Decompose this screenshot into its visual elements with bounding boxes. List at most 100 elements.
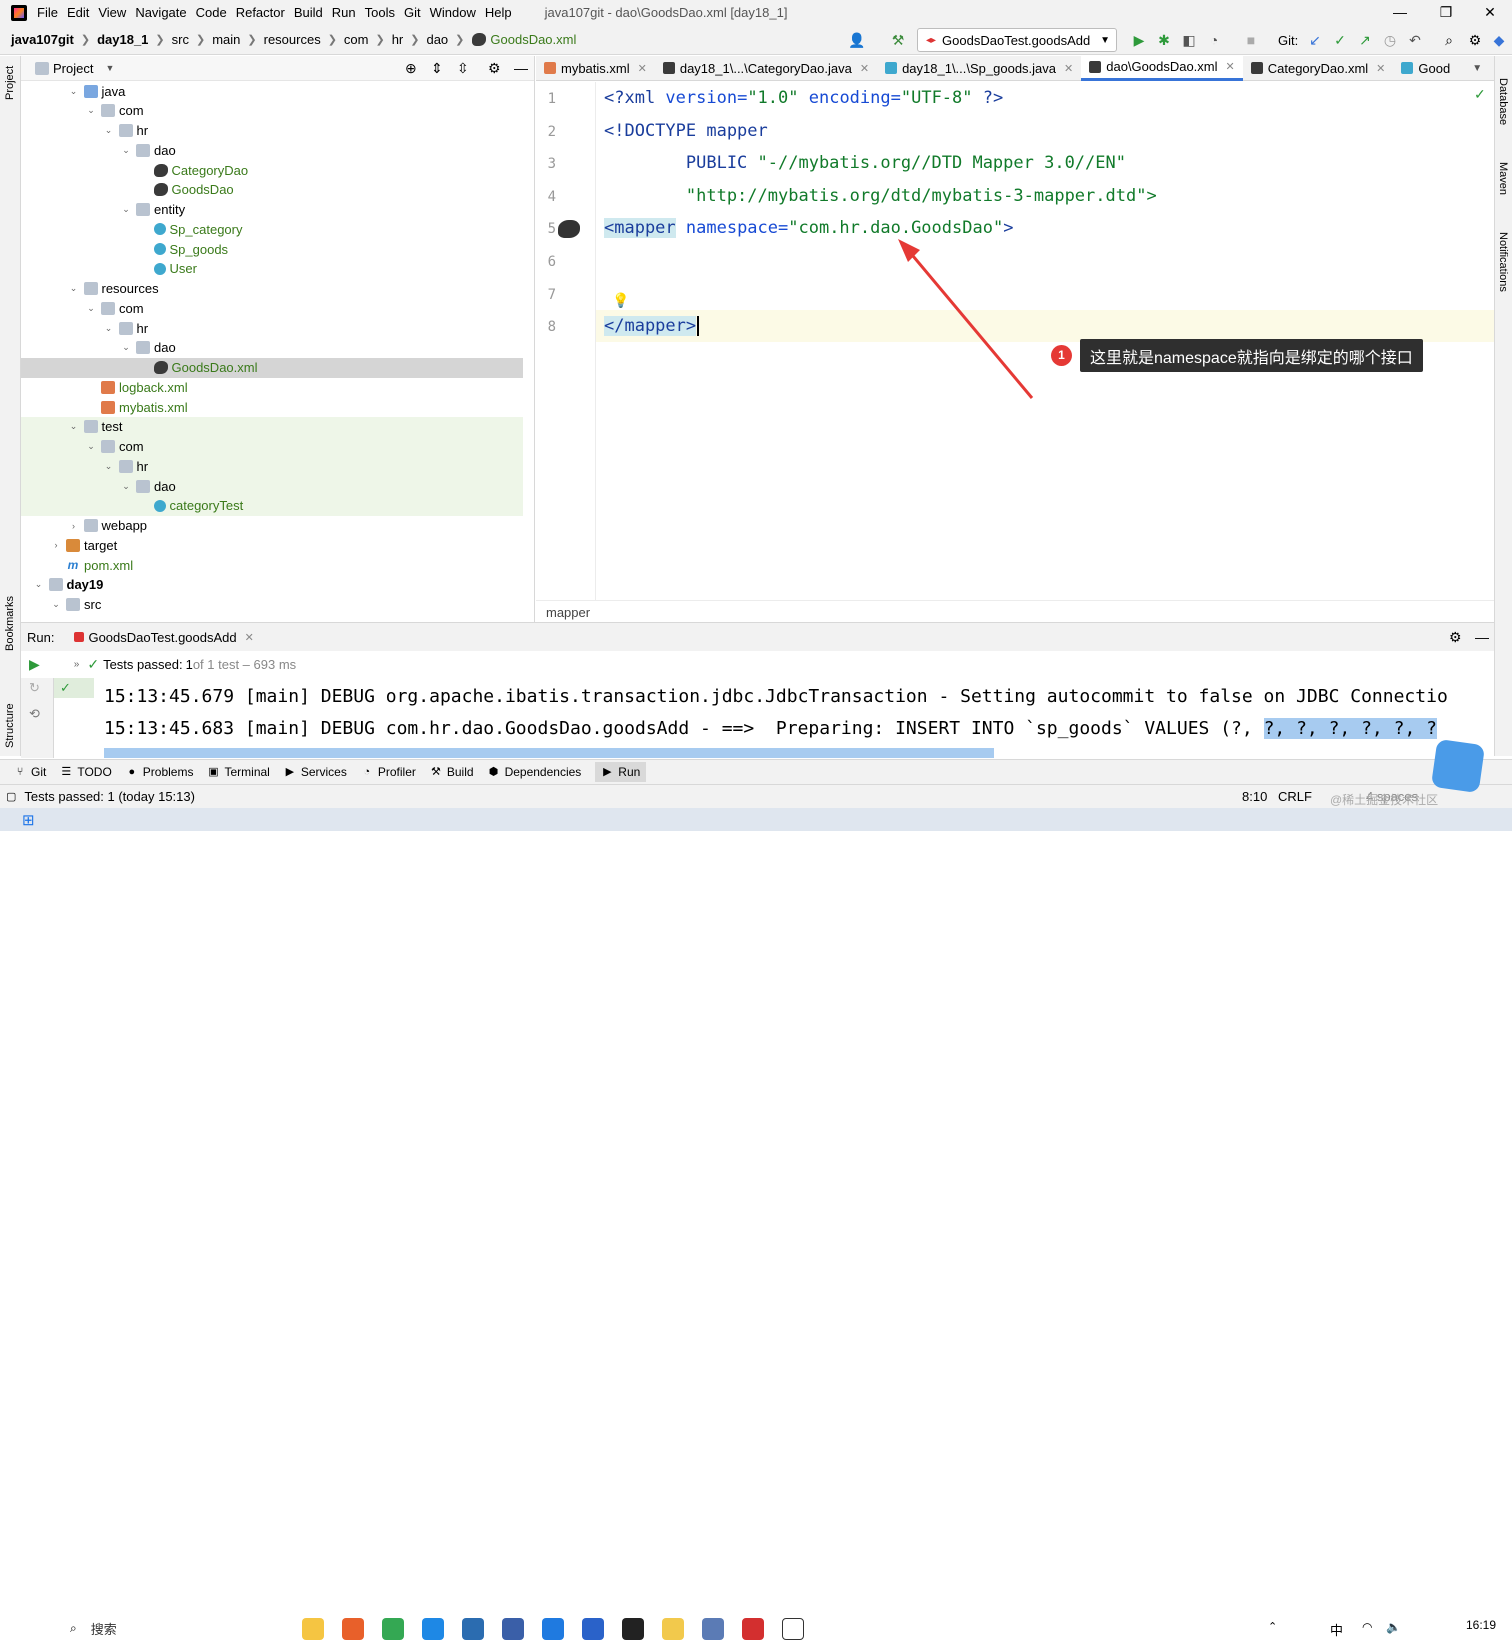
maximize-button[interactable]: ❐ bbox=[1424, 0, 1468, 25]
status-message[interactable]: Tests passed: 1 (today 15:13) bbox=[24, 789, 195, 804]
menu-view[interactable]: View bbox=[98, 5, 126, 20]
tab-category-dao-xml[interactable]: CategoryDao.xml ✕ bbox=[1243, 56, 1394, 81]
chevron-down-icon[interactable]: ⌄ bbox=[103, 461, 115, 472]
chevron-down-icon[interactable]: ⌄ bbox=[33, 579, 45, 590]
menu-git[interactable]: Git bbox=[404, 5, 421, 20]
app-icon[interactable] bbox=[462, 1618, 484, 1640]
tree-item[interactable]: ⌄ resources bbox=[21, 279, 523, 299]
edge-icon[interactable] bbox=[422, 1618, 444, 1640]
menu-refactor[interactable]: Refactor bbox=[236, 5, 285, 20]
tree-item[interactable]: User bbox=[21, 259, 523, 279]
notifications-tool-button[interactable]: Notifications bbox=[1497, 232, 1509, 292]
caret-position[interactable]: 8:10 bbox=[1242, 789, 1267, 804]
ime-indicator[interactable]: 中 bbox=[1330, 1620, 1343, 1639]
profile-icon[interactable]: ◔ bbox=[1205, 31, 1223, 49]
menu-edit[interactable]: Edit bbox=[67, 5, 89, 20]
tree-item[interactable]: m pom.xml bbox=[21, 555, 523, 575]
tab-goods-dao-xml[interactable]: dao\GoodsDao.xml ✕ bbox=[1081, 55, 1243, 81]
menu-help[interactable]: Help bbox=[485, 5, 512, 20]
services-tool-window[interactable]: ▶ Services bbox=[284, 765, 347, 779]
file-explorer-icon[interactable] bbox=[302, 1618, 324, 1640]
dingtalk-icon[interactable] bbox=[582, 1618, 604, 1640]
minimize-button[interactable]: — bbox=[1378, 0, 1422, 25]
tab-list-chevron-icon[interactable]: ▼ bbox=[1472, 63, 1482, 74]
chrome-icon[interactable] bbox=[382, 1618, 404, 1640]
tree-item[interactable]: ⌄ day19 bbox=[21, 575, 523, 595]
tab-goods-truncated[interactable]: Good bbox=[1393, 56, 1458, 81]
close-icon[interactable]: ✕ bbox=[245, 631, 254, 644]
tree-item[interactable]: categoryTest bbox=[21, 495, 523, 516]
hide-panel-icon[interactable]: — bbox=[514, 60, 528, 76]
maven-tool-button[interactable]: Maven bbox=[1497, 162, 1509, 195]
console-output[interactable]: ✓ 15:13:45.679 [main] DEBUG org.apache.i… bbox=[54, 678, 1466, 758]
search-icon[interactable]: ⌕ bbox=[1440, 31, 1458, 49]
chevron-down-icon[interactable]: ⌄ bbox=[85, 303, 97, 314]
tree-item[interactable]: Sp_goods bbox=[21, 239, 523, 259]
chevron-down-icon[interactable]: ⌄ bbox=[120, 481, 132, 492]
run-configuration-select[interactable]: ◂▸ GoodsDaoTest.goodsAdd ▼ bbox=[917, 28, 1117, 52]
tree-item[interactable]: ⌄ com bbox=[21, 298, 523, 318]
git-update-icon[interactable]: ↙ bbox=[1306, 31, 1324, 49]
chevron-right-icon[interactable]: › bbox=[68, 521, 80, 531]
history-icon[interactable]: ◷ bbox=[1381, 31, 1399, 49]
taskbar-clock[interactable]: 16:19 bbox=[1466, 1618, 1496, 1632]
tree-item[interactable]: ⌄ src bbox=[21, 595, 523, 615]
taskbar-search[interactable]: ⌕ 搜索 bbox=[60, 1618, 230, 1638]
stop-icon[interactable]: ■ bbox=[1242, 31, 1260, 49]
tree-item[interactable]: › webapp bbox=[21, 516, 523, 536]
tree-item[interactable]: mybatis.xml bbox=[21, 397, 523, 417]
tree-item[interactable]: GoodsDao.xml bbox=[21, 357, 523, 378]
collapse-all-icon[interactable]: ⇳ bbox=[457, 60, 469, 77]
breadcrumb-dao[interactable]: dao bbox=[426, 32, 448, 47]
toggle-icon[interactable]: ⟲ bbox=[29, 706, 40, 722]
chevron-right-icon[interactable]: › bbox=[50, 540, 62, 550]
menu-file[interactable]: File bbox=[37, 5, 58, 20]
close-icon[interactable]: ✕ bbox=[638, 62, 647, 75]
chevron-down-icon[interactable]: ⌄ bbox=[120, 145, 132, 156]
rerun-failed-icon[interactable]: ↻ bbox=[29, 680, 40, 696]
volume-icon[interactable]: 🔈 bbox=[1386, 1620, 1401, 1634]
run-tab-label[interactable]: GoodsDaoTest.goodsAdd bbox=[88, 630, 236, 645]
tab-mybatis-xml[interactable]: mybatis.xml ✕ bbox=[536, 56, 655, 81]
tree-item[interactable]: ⌄ entity bbox=[21, 200, 523, 220]
tree-item[interactable]: ⌄ dao bbox=[21, 140, 523, 160]
close-icon[interactable]: ✕ bbox=[1376, 62, 1385, 75]
close-icon[interactable]: ✕ bbox=[860, 62, 869, 75]
project-panel-title[interactable]: Project bbox=[53, 61, 93, 76]
tree-item[interactable]: ⌄ hr bbox=[21, 121, 523, 141]
tree-item[interactable]: › target bbox=[21, 535, 523, 555]
chevron-down-icon[interactable]: ⌄ bbox=[103, 323, 115, 334]
chevron-down-icon[interactable]: ⌄ bbox=[120, 204, 132, 215]
tab-sp-goods-java[interactable]: day18_1\...\Sp_goods.java ✕ bbox=[877, 56, 1081, 81]
locate-icon[interactable]: ⊕ bbox=[405, 60, 417, 77]
tree-item[interactable]: ⌄ dao bbox=[21, 476, 523, 496]
breadcrumb-file[interactable]: GoodsDao.xml bbox=[490, 32, 576, 47]
close-button[interactable]: ✕ bbox=[1468, 0, 1512, 25]
git-push-icon[interactable]: ↗ bbox=[1356, 31, 1374, 49]
tree-item[interactable]: GoodsDao bbox=[21, 180, 523, 200]
chevron-down-icon[interactable]: ⌄ bbox=[68, 421, 80, 432]
close-icon[interactable]: ✕ bbox=[1226, 60, 1235, 73]
intellij-taskbar-icon[interactable] bbox=[622, 1618, 644, 1640]
structure-tool-button[interactable]: Structure bbox=[4, 703, 16, 748]
menu-navigate[interactable]: Navigate bbox=[135, 5, 186, 20]
bookmarks-tool-button[interactable]: Bookmarks bbox=[4, 596, 16, 651]
windows-start-icon[interactable]: ⊞ bbox=[22, 811, 35, 829]
git-commit-icon[interactable]: ✓ bbox=[1331, 31, 1349, 49]
line-separator[interactable]: CRLF bbox=[1278, 789, 1312, 804]
project-tool-button[interactable]: Project bbox=[4, 66, 16, 100]
menu-code[interactable]: Code bbox=[196, 5, 227, 20]
breadcrumb-module[interactable]: day18_1 bbox=[97, 32, 148, 47]
tree-item[interactable]: ⌄ hr bbox=[21, 318, 523, 338]
todo-tool-window[interactable]: ☰ TODO bbox=[60, 765, 111, 779]
settings-gear-icon[interactable]: ⚙ bbox=[488, 60, 501, 77]
menu-window[interactable]: Window bbox=[430, 5, 476, 20]
tree-item[interactable]: CategoryDao bbox=[21, 160, 523, 180]
expand-all-icon[interactable]: ⇕ bbox=[431, 60, 443, 77]
toolbox-icon[interactable]: ◆ bbox=[1490, 31, 1508, 49]
app-yellow-icon[interactable] bbox=[662, 1618, 684, 1640]
menu-build[interactable]: Build bbox=[294, 5, 323, 20]
tab-category-dao-java[interactable]: day18_1\...\CategoryDao.java ✕ bbox=[655, 56, 877, 81]
chevron-down-icon[interactable]: ⌄ bbox=[68, 86, 80, 97]
breadcrumb-hr[interactable]: hr bbox=[392, 32, 404, 47]
